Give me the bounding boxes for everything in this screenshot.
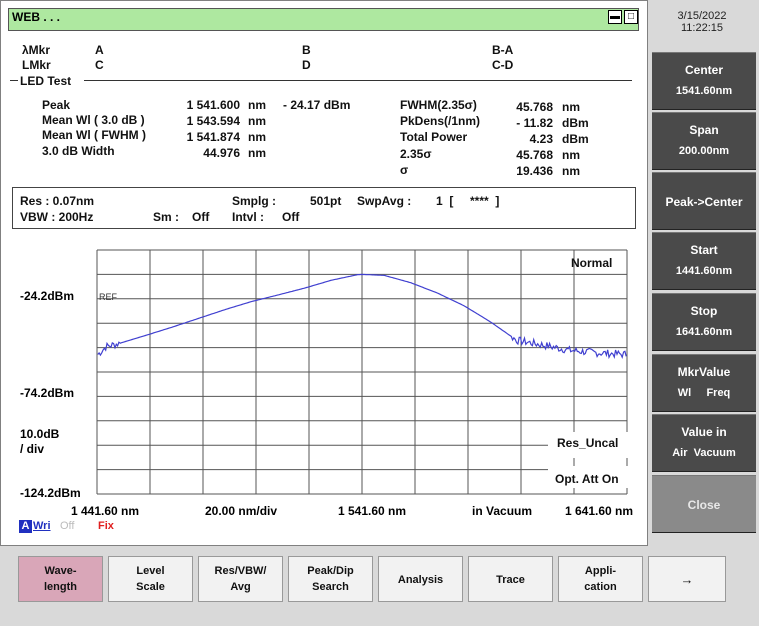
trace-off-mode[interactable]: Off — [60, 520, 74, 532]
fkey-peak-dip-search[interactable]: Peak/Dip Search — [288, 556, 373, 602]
fkey-label2: length — [44, 581, 77, 593]
clock-time: 11:22:15 — [680, 22, 723, 34]
softkey-value: 1541.60nm — [675, 85, 733, 97]
softkey-center[interactable]: Center 1541.60nm — [652, 52, 756, 110]
fkey-label: Res/VBW/ — [214, 565, 267, 577]
y-top-label: -24.2dBm — [20, 289, 75, 303]
softkey-value: 200.00nm — [678, 145, 730, 157]
fkey-label2: cation — [584, 581, 617, 593]
display-mode: Normal — [571, 256, 613, 270]
fkey-label: Level — [136, 565, 165, 577]
fkey-next-arrow[interactable]: → — [648, 556, 726, 602]
x-center-label: 1 541.60 nm — [338, 504, 407, 518]
fkey-application[interactable]: Appli-cation — [558, 556, 643, 602]
softkey-label: Peak->Center — [665, 195, 743, 209]
fkey-trace[interactable]: Trace — [468, 556, 553, 602]
x-div-label: 20.00 nm/div — [205, 504, 278, 518]
softkey-peak-to-center[interactable]: Peak->Center — [652, 172, 756, 230]
y-bottom-label: -124.2dBm — [20, 486, 81, 500]
y-div-label: 10.0dB — [20, 427, 60, 441]
softkey-label: Center — [684, 63, 723, 77]
x-stop-label: 1 641.60 nm — [565, 504, 634, 518]
fkey-level-scale[interactable]: Level Scale — [108, 556, 193, 602]
fkey-label: Appli- — [584, 565, 617, 577]
softkey-label: Value in — [681, 425, 727, 439]
softkey-label: Close — [687, 498, 721, 512]
fkey-label: Analysis — [397, 574, 444, 586]
softkey-value: 1441.60nm — [675, 265, 733, 277]
fkey-label2: Scale — [136, 581, 165, 593]
softkey-close[interactable]: Close — [652, 475, 756, 533]
trace-a-badge[interactable]: A — [19, 520, 32, 533]
fkey-label: Peak/Dip — [307, 565, 354, 577]
trace-write-mode[interactable]: Wri — [33, 520, 51, 532]
softkey-marker-value[interactable]: MkrValue Wl Freq — [652, 354, 756, 412]
fkey-wavelength[interactable]: Wave-length — [18, 556, 103, 602]
trace-fix-mode[interactable]: Fix — [98, 520, 114, 532]
y-div-unit: / div — [20, 442, 45, 456]
softkey-stop[interactable]: Stop 1641.60nm — [652, 293, 756, 351]
softkey-value: Wl Freq — [677, 387, 731, 399]
clock: 3/15/2022 11:22:15 — [650, 10, 754, 34]
softkey-start[interactable]: Start 1441.60nm — [652, 232, 756, 290]
fkey-label2: Search — [312, 581, 349, 593]
clock-date: 3/15/2022 — [677, 10, 727, 22]
softkey-value-in[interactable]: Value in Air Vacuum — [652, 414, 756, 472]
fkey-res-vbw-avg[interactable]: Res/VBW/Avg — [198, 556, 283, 602]
res-uncal-warning: Res_Uncal — [557, 436, 619, 450]
arrow-right-icon: → — [680, 572, 694, 587]
fkey-label: Trace — [496, 574, 525, 586]
fkey-analysis[interactable]: Analysis — [378, 556, 463, 602]
softkey-label: Stop — [690, 304, 718, 318]
softkey-span[interactable]: Span 200.00nm — [652, 112, 756, 170]
softkey-label: Start — [690, 243, 718, 257]
ref-marker: REF — [99, 292, 117, 302]
fkey-label2: Avg — [230, 581, 251, 593]
softkey-label: MkrValue — [677, 365, 731, 379]
softkey-value: Air Vacuum — [672, 447, 736, 459]
softkey-label: Span — [689, 123, 719, 137]
y-mid-label: -74.2dBm — [20, 386, 75, 400]
spectrum-graph[interactable] — [0, 0, 648, 546]
softkey-value: 1641.60nm — [675, 326, 733, 338]
x-start-label: 1 441.60 nm — [71, 504, 140, 518]
opt-att-status: Opt. Att On — [555, 472, 619, 486]
x-medium-label: in Vacuum — [472, 504, 533, 518]
fkey-label: Wave- — [44, 565, 77, 577]
